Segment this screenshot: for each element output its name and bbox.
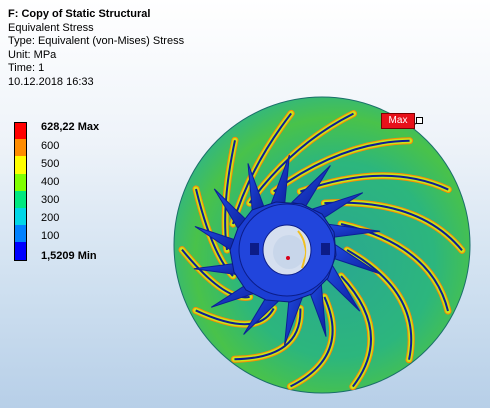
impeller-model (173, 96, 471, 394)
bore-inner (273, 235, 305, 269)
min-stress-marker (286, 256, 290, 260)
max-probe-label[interactable]: Max (381, 113, 415, 129)
model-viewport[interactable] (0, 0, 490, 408)
max-probe-handle[interactable] (416, 117, 423, 124)
keyway-slot (321, 243, 330, 255)
keyway-slot (250, 243, 259, 255)
